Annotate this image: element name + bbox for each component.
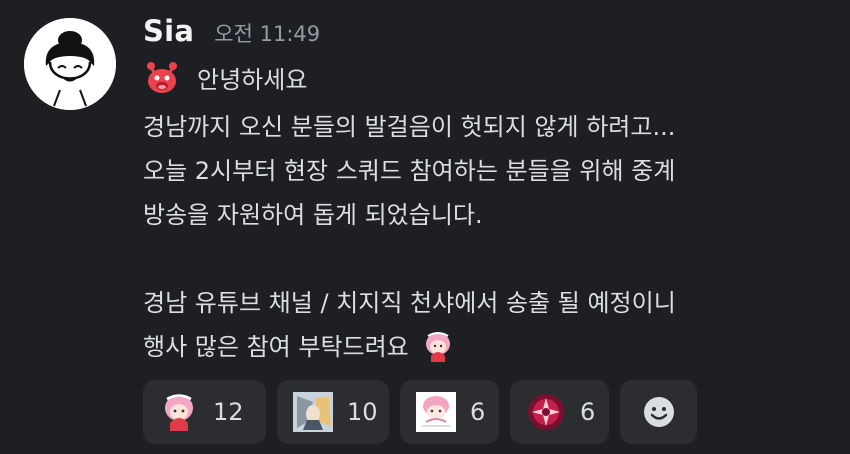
avatar-drawing xyxy=(24,18,116,110)
pink-hair-girl-emoji-icon xyxy=(420,330,455,364)
message-line: 오늘 2시부터 현장 스쿼드 참여하는 분들을 위해 중계 xyxy=(143,157,676,185)
message-line: 경남까지 오신 분들의 발걸음이 헛되지 않게 하려고... xyxy=(143,113,676,141)
reaction-count: 10 xyxy=(347,398,378,426)
message-line: 경남 유튜브 채널 / 치지직 천샤에서 송출 될 예정이니 xyxy=(143,289,676,317)
message-line: 방송을 자원하여 돕게 되었습니다. xyxy=(143,201,483,229)
anime-character-emoji-icon xyxy=(293,392,333,432)
reaction-count: 6 xyxy=(580,398,596,426)
reaction-pink-hair-girl[interactable]: 12 xyxy=(143,380,266,444)
message-line-text: 행사 많은 참여 부탁드려요 xyxy=(143,333,409,361)
reaction-count: 12 xyxy=(213,398,244,426)
message-line-blank xyxy=(143,237,676,281)
reaction-red-emblem[interactable]: 6 xyxy=(510,380,609,444)
user-avatar[interactable] xyxy=(24,18,116,110)
message-line-with-emoji: 행사 많은 참여 부탁드려요 xyxy=(143,325,676,369)
pink-chibi-emoji-icon xyxy=(416,392,456,432)
reaction-pink-chibi[interactable]: 6 xyxy=(400,380,499,444)
username[interactable]: Sia xyxy=(143,14,194,48)
add-reaction-button[interactable] xyxy=(620,380,697,444)
pink-hair-girl-emoji-icon xyxy=(159,392,199,432)
reaction-anime-character[interactable]: 10 xyxy=(277,380,389,444)
red-creature-emoji-icon xyxy=(143,58,181,96)
reactions-bar: 12 10 6 6 xyxy=(143,380,697,444)
greeting-line: 안녕하세요 xyxy=(143,58,307,96)
reaction-count: 6 xyxy=(470,398,486,426)
message-body: 경남까지 오신 분들의 발걸음이 헛되지 않게 하려고... 오늘 2시부터 현… xyxy=(143,105,676,369)
smiley-add-reaction-icon xyxy=(643,397,674,427)
timestamp[interactable]: 오전 11:49 xyxy=(214,18,320,48)
message-header: Sia 오전 11:49 xyxy=(143,14,320,48)
greeting-text: 안녕하세요 xyxy=(197,65,308,94)
red-emblem-emoji-icon xyxy=(526,392,566,432)
